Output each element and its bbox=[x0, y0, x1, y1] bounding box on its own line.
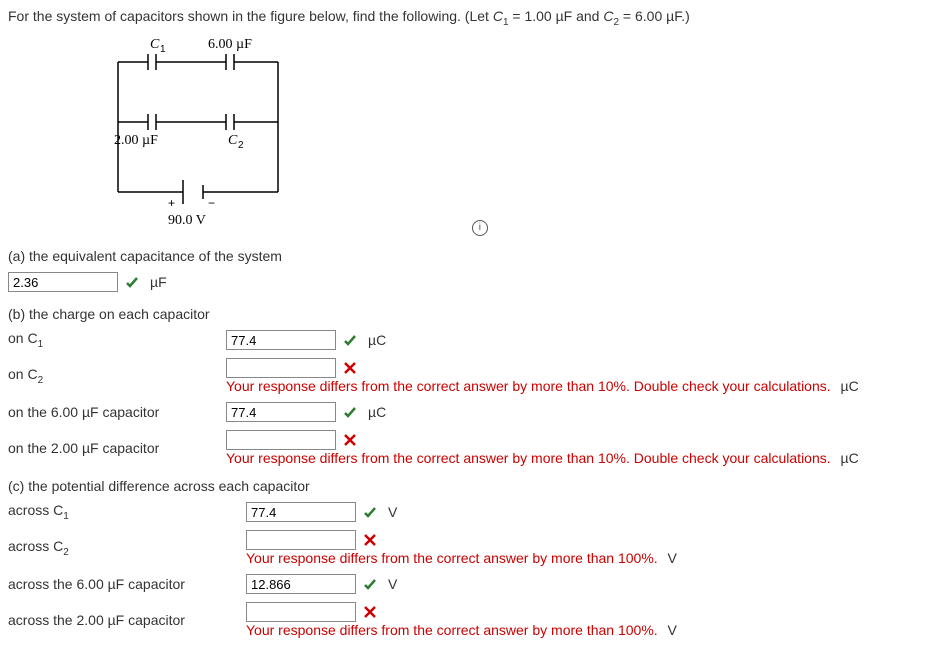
svg-text:2: 2 bbox=[238, 140, 244, 151]
c-row0-label: across C1 bbox=[8, 502, 246, 522]
c-row3-error: Your response differs from the correct a… bbox=[246, 622, 658, 638]
b-row2-unit: µC bbox=[368, 404, 386, 420]
c-row3-input[interactable] bbox=[246, 602, 356, 622]
c-row2-label: across the 6.00 µF capacitor bbox=[8, 576, 246, 592]
c-row2-input[interactable] bbox=[246, 574, 356, 594]
svg-text:+: + bbox=[168, 196, 175, 210]
c-row1-error: Your response differs from the correct a… bbox=[246, 550, 658, 566]
circuit-figure: C1 6.00 µF 2.00 µF C2 + − 90.0 V i bbox=[108, 32, 943, 236]
svg-text:2.00 µF: 2.00 µF bbox=[114, 133, 158, 148]
part-a-unit: µF bbox=[150, 274, 167, 290]
svg-text:90.0 V: 90.0 V bbox=[168, 213, 206, 228]
svg-text:C: C bbox=[228, 133, 238, 148]
b-row3-input[interactable] bbox=[226, 430, 336, 450]
check-icon bbox=[124, 274, 140, 290]
part-a-title: (a) the equivalent capacitance of the sy… bbox=[8, 248, 943, 264]
part-c: (c) the potential difference across each… bbox=[8, 478, 943, 638]
svg-text:6.00 µF: 6.00 µF bbox=[208, 37, 252, 52]
problem-statement: For the system of capacitors shown in th… bbox=[8, 8, 943, 28]
c-row3-label: across the 2.00 µF capacitor bbox=[8, 612, 246, 628]
b-row3-error: Your response differs from the correct a… bbox=[226, 450, 831, 466]
b-row1-error: Your response differs from the correct a… bbox=[226, 378, 831, 394]
c-row0-unit: V bbox=[388, 504, 397, 520]
b-row3-label: on the 2.00 µF capacitor bbox=[8, 440, 226, 456]
check-icon bbox=[342, 332, 358, 348]
check-icon bbox=[362, 576, 378, 592]
b-row0-unit: µC bbox=[368, 332, 386, 348]
c-row1-unit: V bbox=[668, 550, 677, 566]
svg-text:1: 1 bbox=[160, 44, 166, 55]
c-row1-input[interactable] bbox=[246, 530, 356, 550]
b-row1-label: on C2 bbox=[8, 366, 226, 386]
b-row0-label: on C1 bbox=[8, 330, 226, 350]
b-row1-input[interactable] bbox=[226, 358, 336, 378]
b-row1-unit: µC bbox=[841, 378, 859, 394]
c-row1-label: across C2 bbox=[8, 538, 246, 558]
check-icon bbox=[362, 504, 378, 520]
b-row2-label: on the 6.00 µF capacitor bbox=[8, 404, 226, 420]
part-b: (b) the charge on each capacitor on C1 µ… bbox=[8, 306, 943, 466]
part-b-title: (b) the charge on each capacitor bbox=[8, 306, 943, 322]
check-icon bbox=[342, 404, 358, 420]
b-row3-unit: µC bbox=[841, 450, 859, 466]
cross-icon bbox=[362, 532, 378, 548]
c-row0-input[interactable] bbox=[246, 502, 356, 522]
b-row0-input[interactable] bbox=[226, 330, 336, 350]
part-c-title: (c) the potential difference across each… bbox=[8, 478, 943, 494]
c-row3-unit: V bbox=[668, 622, 677, 638]
cross-icon bbox=[342, 360, 358, 376]
svg-text:C: C bbox=[150, 37, 160, 52]
info-icon[interactable]: i bbox=[472, 220, 488, 236]
c-row2-unit: V bbox=[388, 576, 397, 592]
part-a-input[interactable] bbox=[8, 272, 118, 292]
b-row2-input[interactable] bbox=[226, 402, 336, 422]
part-a: (a) the equivalent capacitance of the sy… bbox=[8, 248, 943, 294]
svg-text:−: − bbox=[208, 196, 215, 210]
cross-icon bbox=[342, 432, 358, 448]
